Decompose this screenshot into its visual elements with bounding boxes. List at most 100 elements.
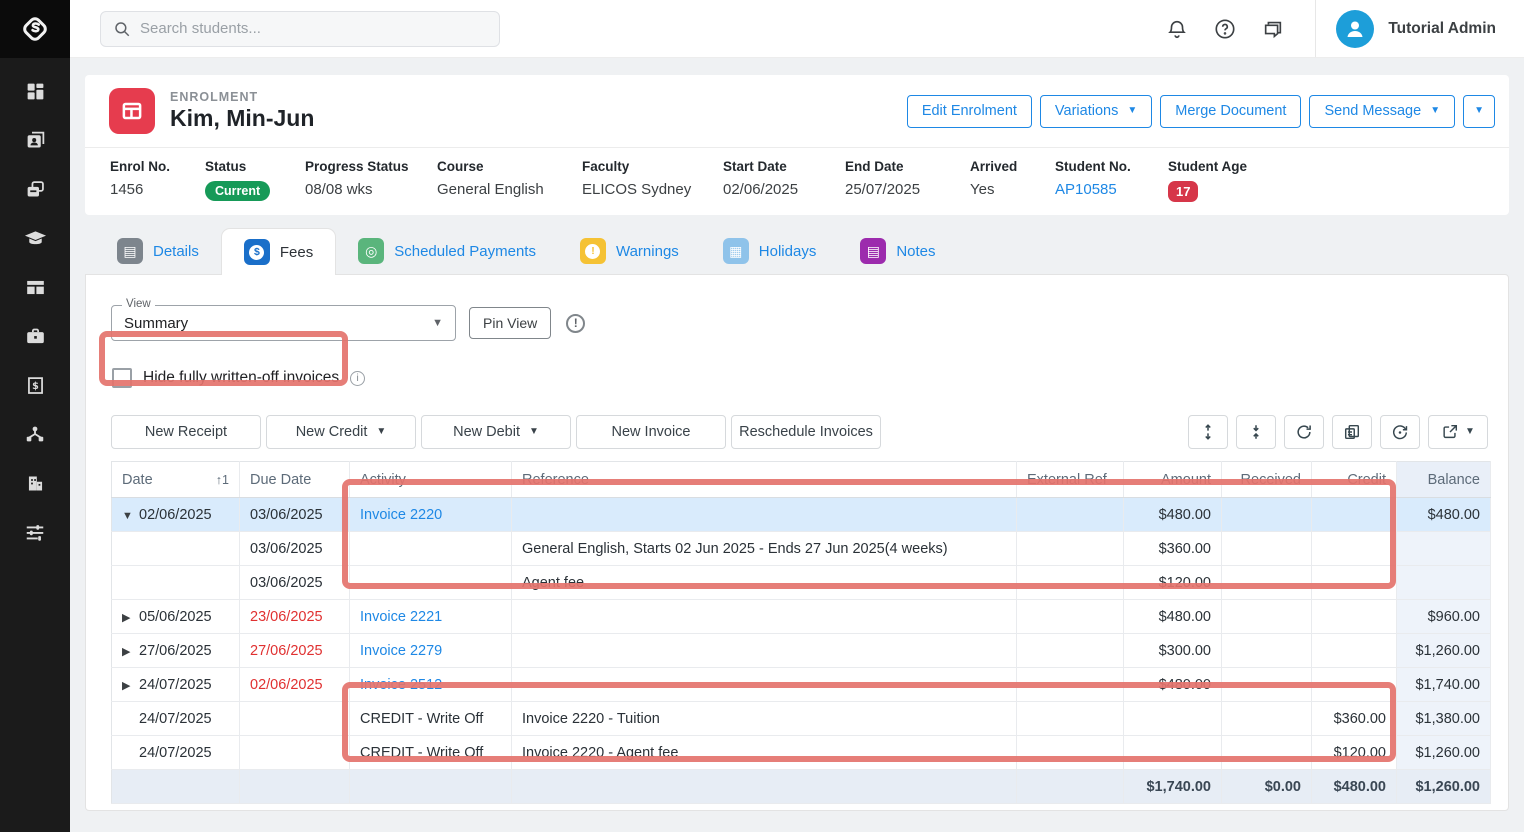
merge-document-button[interactable]: Merge Document [1160,95,1301,128]
col-due-date[interactable]: Due Date [240,462,350,498]
col-date[interactable]: Date↑1 [112,462,240,498]
col-activity[interactable]: Activity [350,462,512,498]
table-row[interactable]: ▼02/06/2025 03/06/2025 Invoice 2220 $480… [112,498,1491,532]
avatar[interactable] [1336,10,1374,48]
pin-view-button[interactable]: Pin View [469,307,551,339]
field-label: Student Age [1168,159,1288,174]
edit-enrolment-button[interactable]: Edit Enrolment [907,95,1032,128]
table-row[interactable]: 03/06/2025 Agent fee $120.00 [112,566,1491,600]
expand-row-icon[interactable]: ▶ [122,611,139,624]
bell-icon [1166,18,1188,40]
expand-rows-button[interactable] [1188,415,1228,449]
new-debit-button[interactable]: New Debit▼ [421,415,571,449]
sidebar-item-settings[interactable] [22,521,48,543]
field-label: Course [437,159,582,174]
tab-scheduled-payments[interactable]: ◎Scheduled Payments [336,228,558,274]
col-external-ref[interactable]: External Ref [1017,462,1124,498]
students-icon [25,130,46,151]
chevron-down-icon: ▼ [1474,106,1484,116]
sidebar-item-courses[interactable] [22,227,48,249]
refresh-button[interactable] [1284,415,1324,449]
collapse-row-icon[interactable]: ▼ [122,510,139,522]
sidebar-item-dashboard[interactable] [22,80,48,102]
copy-icon [1343,423,1361,441]
invoice-link[interactable]: Invoice 2512 [360,677,442,693]
send-message-button[interactable]: Send Message▼ [1309,95,1455,128]
sidebar-item-finance[interactable]: $ [22,374,48,396]
invoice-link[interactable]: Invoice 2221 [360,609,442,625]
sidebar-item-students[interactable] [22,129,48,151]
table-row[interactable]: ▶27/06/2025 27/06/2025 Invoice 2279 $300… [112,634,1491,668]
help-button[interactable] [1213,17,1237,41]
chevron-down-icon: ▼ [1430,106,1440,116]
invoice-link[interactable]: Invoice 2220 [360,507,442,523]
notifications-button[interactable] [1165,17,1189,41]
tab-notes[interactable]: ▤Notes [838,228,957,274]
table-row[interactable]: ▶05/06/2025 23/06/2025 Invoice 2221 $480… [112,600,1491,634]
organisation-icon [25,473,46,494]
table-header-row: Date↑1 Due Date Activity Reference Exter… [112,462,1491,498]
more-actions-button[interactable]: ▼ [1463,95,1495,128]
enrolments-icon [25,179,46,200]
col-credit[interactable]: Credit [1312,462,1397,498]
user-name[interactable]: Tutorial Admin [1388,20,1496,38]
total-balance: $1,260.00 [1397,770,1491,804]
page-title: Kim, Min-Jun [170,105,314,132]
hide-written-off-checkbox[interactable] [112,368,132,388]
student-no-link[interactable]: AP10585 [1055,181,1117,198]
fees-panel: View Summary ▼ Pin View ! Hide fully wri… [85,274,1509,811]
student-age-badge: 17 [1168,181,1198,202]
info-icon[interactable]: i [350,371,365,386]
finance-icon: $ [25,375,46,396]
table-row[interactable]: 03/06/2025 General English, Starts 02 Ju… [112,532,1491,566]
variations-button[interactable]: Variations▼ [1040,95,1152,128]
collapse-rows-button[interactable] [1236,415,1276,449]
sidebar-item-timetable[interactable] [22,276,48,298]
enrolment-icon [109,88,155,134]
col-received[interactable]: Received [1222,462,1312,498]
search-input[interactable] [140,20,487,37]
sidebar-item-organisation[interactable] [22,472,48,494]
reschedule-invoices-button[interactable]: Reschedule Invoices [731,415,881,449]
sidebar-item-enrolments[interactable] [22,178,48,200]
tab-holidays[interactable]: ▦Holidays [701,228,839,274]
search-icon [113,20,131,38]
new-receipt-button[interactable]: New Receipt [111,415,261,449]
topbar: Tutorial Admin [70,0,1524,58]
expand-row-icon[interactable]: ▶ [122,679,139,692]
table-row[interactable]: 24/07/2025 CREDIT - Write Off Invoice 22… [112,736,1491,770]
sort-indicator: ↑1 [216,473,229,487]
info-icon[interactable]: ! [566,314,585,333]
tab-fees[interactable]: $Fees [221,228,336,275]
timetable-icon [25,277,46,298]
app-logo[interactable] [0,0,70,58]
view-select-value: Summary [124,315,188,332]
new-invoice-button[interactable]: New Invoice [576,415,726,449]
sidebar-item-agents[interactable] [22,325,48,347]
total-credit: $480.00 [1312,770,1397,804]
expand-row-icon[interactable]: ▶ [122,645,139,658]
faculty-value: ELICOS Sydney [582,181,723,198]
student-search[interactable] [100,11,500,47]
chevron-down-icon: ▼ [529,427,539,437]
view-select[interactable]: View Summary ▼ [111,305,456,341]
progress-status-value: 08/08 wks [305,181,437,198]
table-row[interactable]: ▶24/07/2025 02/06/2025 Invoice 2512 $480… [112,668,1491,702]
tab-warnings[interactable]: !Warnings [558,228,701,274]
help-icon [1214,18,1236,40]
export-button[interactable]: ▼ [1428,415,1488,449]
field-label: Faculty [582,159,723,174]
field-label: Student No. [1055,159,1168,174]
messages-button[interactable] [1261,17,1285,41]
tab-details[interactable]: ▤Details [95,228,221,274]
col-balance[interactable]: Balance [1397,462,1491,498]
invoice-link[interactable]: Invoice 2279 [360,643,442,659]
col-reference[interactable]: Reference [512,462,1017,498]
col-amount[interactable]: Amount [1124,462,1222,498]
new-credit-button[interactable]: New Credit▼ [266,415,416,449]
history-button[interactable] [1380,415,1420,449]
sidebar-item-network[interactable] [22,423,48,445]
table-row[interactable]: 24/07/2025 CREDIT - Write Off Invoice 22… [112,702,1491,736]
copy-button[interactable] [1332,415,1372,449]
collapse-icon [1247,423,1265,441]
